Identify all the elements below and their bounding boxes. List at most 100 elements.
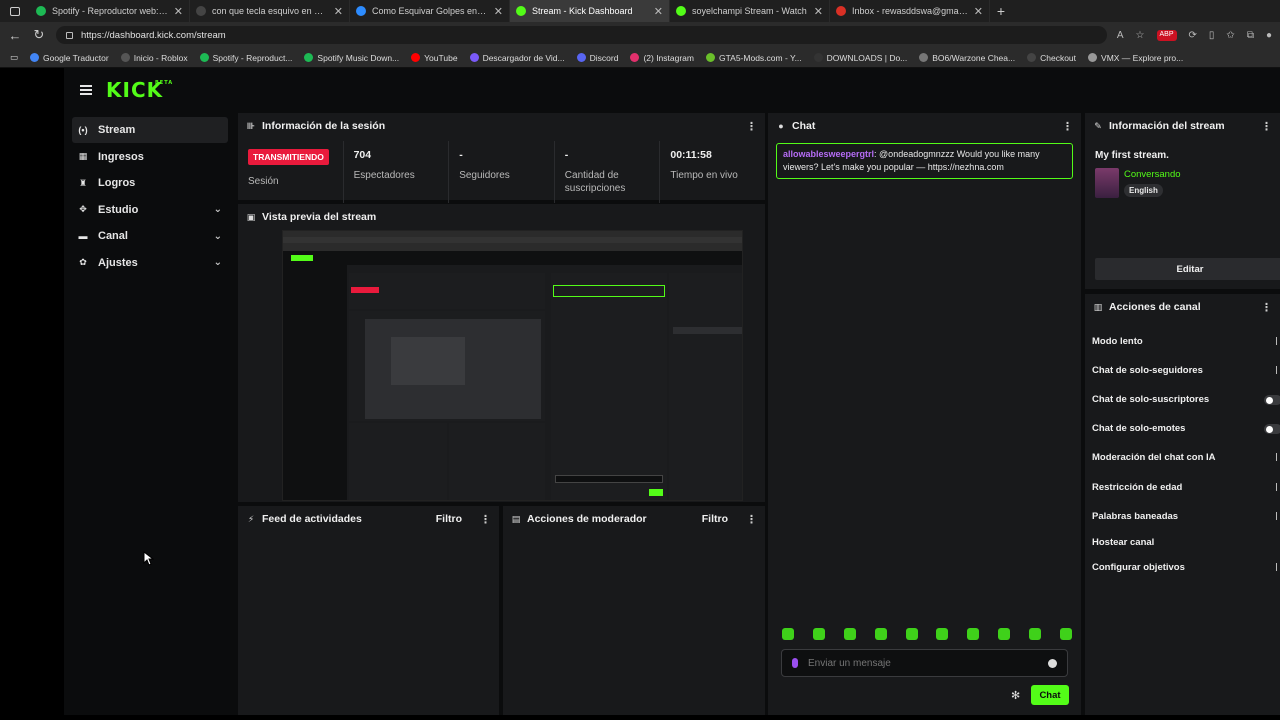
read-aloud-icon[interactable]: A [1117, 30, 1124, 41]
preview-chat-msg [553, 285, 665, 297]
hamburger-menu-icon[interactable] [80, 85, 92, 95]
emote-icon[interactable] [812, 628, 825, 640]
emote-icon[interactable] [998, 628, 1011, 640]
refresh-extension-icon[interactable]: ⟳ [1189, 30, 1197, 41]
browser-tab[interactable]: Como Esquivar Golpes en GTA 5 c ✕ [350, 0, 510, 22]
kebab-menu-icon[interactable]: ⋮ [746, 120, 757, 133]
reload-icon[interactable]: ↻ [32, 27, 46, 43]
tab-favicon-icon [676, 6, 686, 16]
bookmark-item[interactable]: BO6/Warzone Chea... [919, 53, 1015, 63]
sidebar-item-estudio[interactable]: ✥ Estudio ⌄ [72, 197, 228, 223]
new-tab-button[interactable]: + [990, 3, 1012, 19]
bookmark-favicon-icon [630, 53, 640, 62]
tab-title: Spotify - Reproductor web: músic [52, 6, 168, 16]
chat-input-box[interactable] [781, 649, 1068, 677]
close-tab-icon[interactable]: ✕ [654, 5, 663, 18]
moderator-filter-button[interactable]: Filtro [702, 513, 728, 525]
channel-action-control[interactable] [1276, 337, 1280, 345]
adblock-icon[interactable]: ABP [1156, 29, 1177, 41]
chat-settings-gear-icon[interactable]: ✻ [1011, 689, 1020, 702]
bookmark-favicon-icon [576, 53, 586, 62]
bookmark-item[interactable]: Google Traductor [30, 53, 109, 63]
emote-icon[interactable] [843, 628, 856, 640]
kick-header: KICK BETA [64, 68, 1280, 112]
sidebar-item-ingresos[interactable]: ▦ Ingresos [72, 144, 228, 170]
emoji-icon[interactable] [1048, 658, 1057, 668]
emote-icon[interactable] [905, 628, 918, 640]
emote-icon[interactable] [936, 628, 949, 640]
star-icon[interactable]: ☆ [1136, 30, 1145, 41]
chat-send-button[interactable]: Chat [1031, 685, 1069, 705]
browser-tab[interactable]: con que tecla esquivo en gta 5 - ✕ [190, 0, 350, 22]
bookmark-item[interactable]: Discord [576, 53, 618, 63]
sidebar-item-stream[interactable]: (•) Stream [72, 117, 228, 143]
stream-preview-video[interactable] [282, 230, 743, 501]
emote-icon[interactable] [874, 628, 887, 640]
emote-icon[interactable] [782, 628, 794, 640]
browser-tab-bar: Spotify - Reproductor web: músic✕con que… [0, 0, 1280, 22]
bookmark-label: YouTube [424, 52, 458, 63]
bookmark-item[interactable]: Inicio - Roblox [120, 53, 188, 63]
favorites-icon[interactable]: ✩ [1226, 30, 1234, 41]
kebab-menu-icon[interactable]: ⋮ [1261, 120, 1272, 133]
toggle-switch[interactable] [1264, 395, 1280, 405]
close-tab-icon[interactable]: ✕ [814, 5, 823, 18]
channel-action-control[interactable] [1276, 366, 1280, 374]
emote-icon[interactable] [1059, 628, 1072, 640]
bookmark-item[interactable]: YouTube [411, 52, 458, 63]
session-stat: 704 Espectadores [344, 141, 450, 203]
channel-action-control[interactable] [1276, 483, 1280, 491]
bookmark-item[interactable]: Checkout [1027, 53, 1076, 63]
bookmark-item[interactable]: Spotify Music Down... [304, 53, 399, 63]
split-icon[interactable]: ▯ [1209, 30, 1215, 41]
browser-tab[interactable]: soyelchampi Stream - Watch ✕ [670, 0, 830, 22]
back-icon[interactable]: ← [8, 28, 22, 43]
toggle-switch[interactable] [1264, 424, 1280, 434]
stream-category[interactable]: Conversando [1124, 169, 1181, 180]
window-menu-button[interactable] [0, 0, 30, 22]
close-tab-icon[interactable]: ✕ [334, 5, 343, 18]
session-icon: ⊪ [246, 120, 256, 131]
kebab-menu-icon[interactable]: ⋮ [1261, 301, 1272, 314]
edit-stream-button[interactable]: Editar [1095, 258, 1280, 280]
bookmark-item[interactable]: VMX — Explore pro... [1088, 53, 1183, 63]
bookmark-item[interactable]: (2) Instagram [630, 53, 694, 63]
stream-info-header: ✎ Información del stream ⋮ [1085, 113, 1280, 139]
kick-logo[interactable]: KICK BETA [106, 78, 172, 102]
sidebar-toggle-icon[interactable]: ▭ [10, 52, 18, 63]
bookmark-item[interactable]: DOWNLOADS | Do... [813, 53, 907, 63]
bookmark-item[interactable]: Spotify - Reproduct... [199, 53, 292, 63]
sidebar-item-ajustes[interactable]: ✿ Ajustes ⌄ [72, 250, 228, 276]
bookmark-favicon-icon [411, 53, 421, 62]
activity-filter-button[interactable]: Filtro [436, 513, 462, 525]
chevron-down-icon[interactable]: ⌄ [214, 231, 222, 242]
browser-tab[interactable]: Spotify - Reproductor web: músic ✕ [30, 0, 190, 22]
bookmark-item[interactable]: Descargador de Vid... [469, 53, 565, 63]
sidebar-item-canal[interactable]: ▬ Canal ⌄ [72, 223, 228, 249]
chat-username[interactable]: allowablesweepergtrl [783, 149, 874, 159]
bookmark-item[interactable]: GTA5-Mods.com - Y... [705, 53, 802, 63]
emote-icon[interactable] [967, 628, 980, 640]
collections-icon[interactable]: ⧉ [1247, 30, 1254, 41]
sidebar-item-logros[interactable]: ♜ Logros [72, 170, 228, 196]
studio-icon: ✥ [79, 204, 87, 215]
chat-message-input[interactable] [808, 657, 1038, 669]
channel-action-control[interactable] [1276, 563, 1280, 571]
window-icon [10, 6, 20, 16]
browser-tab[interactable]: Inbox - rewasddswa@gmail.com ✕ [830, 0, 990, 22]
channel-action-control[interactable] [1276, 453, 1280, 461]
url-field[interactable]: https://dashboard.kick.com/stream [56, 26, 1107, 44]
kebab-menu-icon[interactable]: ⋮ [746, 513, 757, 526]
chevron-down-icon[interactable]: ⌄ [214, 204, 222, 215]
kebab-menu-icon[interactable]: ⋮ [1062, 120, 1073, 133]
browser-tab[interactable]: Stream - Kick Dashboard ✕ [510, 0, 670, 22]
close-tab-icon[interactable]: ✕ [974, 5, 983, 18]
channel-action-control[interactable] [1276, 512, 1280, 520]
chevron-down-icon[interactable]: ⌄ [214, 257, 222, 268]
close-tab-icon[interactable]: ✕ [174, 5, 183, 18]
close-tab-icon[interactable]: ✕ [494, 5, 503, 18]
emote-icon[interactable] [1029, 628, 1041, 640]
microphone-icon[interactable] [792, 658, 798, 668]
profile-icon[interactable]: ● [1266, 30, 1272, 41]
kebab-menu-icon[interactable]: ⋮ [480, 513, 491, 526]
